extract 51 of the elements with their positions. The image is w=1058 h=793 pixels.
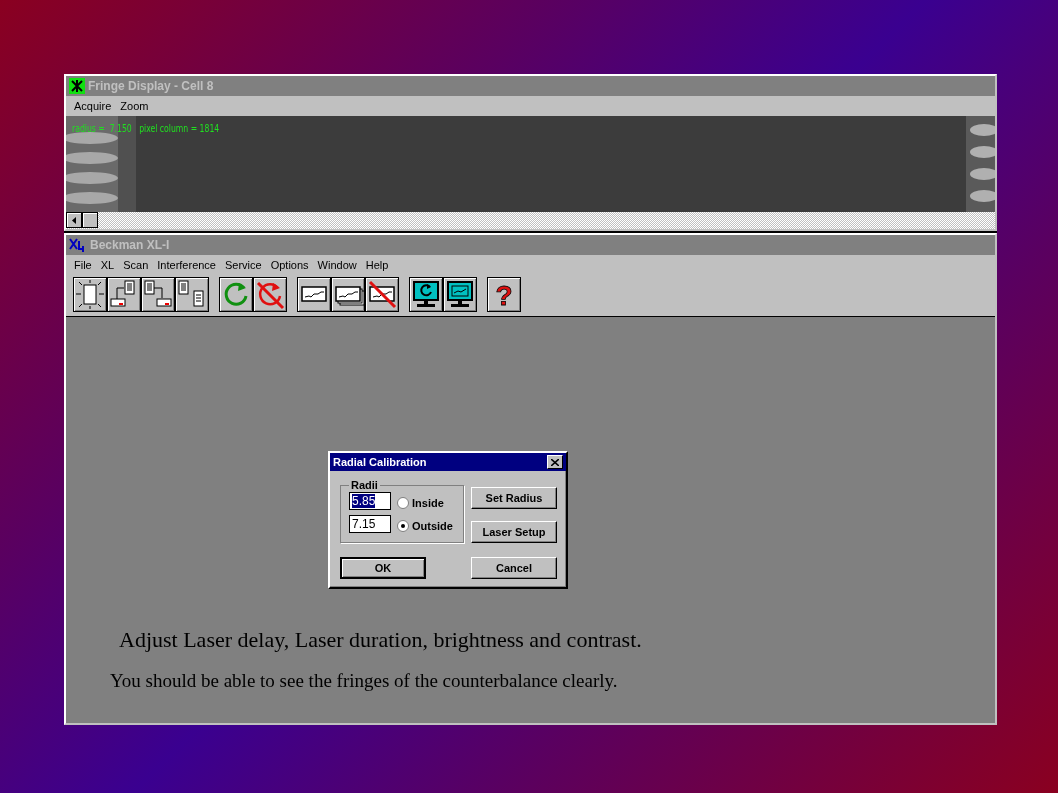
radio-button[interactable] (397, 496, 409, 509)
toolbar-button[interactable] (253, 277, 287, 312)
monitor-plot-icon (444, 279, 476, 310)
menu-item[interactable]: Zoom (116, 100, 154, 112)
ok-button[interactable]: OK (340, 557, 426, 579)
close-button[interactable] (547, 455, 563, 469)
dialog-button[interactable]: Laser Setup (471, 521, 557, 543)
menu-item[interactable]: File (70, 259, 97, 271)
toolbar-button[interactable] (443, 277, 477, 312)
window-title: Beckman XL-I (90, 238, 170, 252)
menu-item[interactable]: Acquire (70, 100, 117, 112)
cancel-button[interactable]: Cancel (471, 557, 557, 579)
radio-option[interactable]: Inside (397, 496, 457, 509)
toolbar-button[interactable] (141, 277, 175, 312)
radio-option[interactable]: Outside (397, 519, 457, 532)
left-arrow-icon (72, 216, 76, 224)
window-title: Fringe Display - Cell 8 (88, 79, 214, 93)
scroll-thumb[interactable] (82, 212, 98, 228)
scroll-left-button[interactable] (66, 212, 82, 228)
menu-item[interactable]: Scan (119, 259, 154, 271)
group-label: Radii (350, 479, 379, 491)
menu-item[interactable]: Options (266, 259, 314, 271)
menu-item[interactable]: Window (313, 259, 362, 271)
close-icon (551, 458, 559, 466)
menu-item[interactable]: Service (221, 259, 267, 271)
no-plot-icon (366, 279, 398, 310)
toolbar-button[interactable] (107, 277, 141, 312)
menu-item[interactable]: Help (361, 259, 394, 271)
toolbar-button[interactable] (175, 277, 209, 312)
toolbar-button[interactable] (73, 277, 107, 312)
caption: You should be able to see the fringes of the counterbalance clearly. (110, 670, 619, 692)
input-field[interactable]: 7.15 (349, 515, 391, 533)
app-icon (69, 78, 85, 94)
toolbar-button[interactable] (409, 277, 443, 312)
monitor-refresh-icon (410, 279, 442, 310)
dialog-button[interactable]: Set Radius (471, 487, 557, 509)
input-field[interactable]: 5.85 (349, 492, 391, 510)
document-import-icon (142, 279, 174, 310)
app-icon (69, 237, 87, 253)
caption: Adjust Laser delay, Laser duration, brightness and contrast. (119, 627, 643, 653)
lamp-icon (74, 279, 106, 310)
toolbar-button[interactable] (365, 277, 399, 312)
radio-button[interactable] (397, 519, 409, 532)
menu-item[interactable]: Interference (153, 259, 221, 271)
toolbar-button[interactable] (331, 277, 365, 312)
dialog-title: Radial Calibration (333, 456, 427, 468)
toolbar-button[interactable] (219, 277, 253, 312)
readout-text: radius = 7.150 pixel column = 1814 (72, 122, 220, 135)
no-refresh-icon (254, 279, 286, 310)
toolbar-button[interactable] (297, 277, 331, 312)
menu-item[interactable]: XL (96, 259, 120, 271)
